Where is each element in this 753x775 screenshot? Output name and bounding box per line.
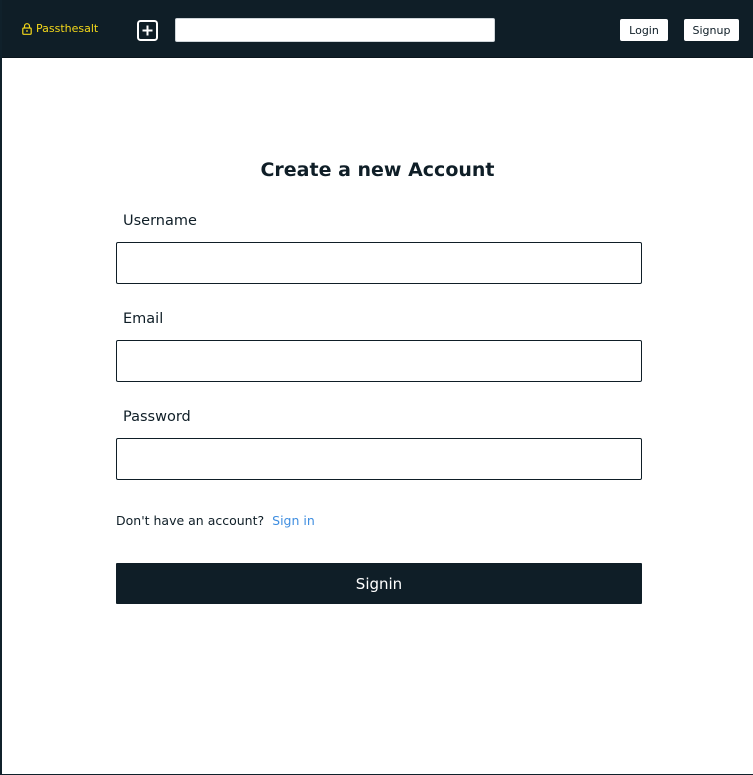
navbar: Passthesalt Login Signup: [2, 0, 753, 58]
brand-logo[interactable]: Passthesalt: [22, 22, 98, 35]
search-input[interactable]: [175, 18, 495, 42]
signin-link[interactable]: Sign in: [272, 513, 315, 528]
username-label: Username: [123, 213, 197, 229]
username-field[interactable]: [116, 242, 642, 284]
email-label: Email: [123, 311, 164, 327]
account-prompt-text: Don't have an account?: [116, 513, 265, 528]
signin-submit-button[interactable]: Signin: [116, 563, 642, 604]
password-field[interactable]: [116, 438, 642, 480]
signup-button[interactable]: Signup: [684, 19, 739, 41]
email-field[interactable]: [116, 340, 642, 382]
page: Passthesalt Login Signup Create a new Ac…: [0, 0, 753, 775]
page-title: Create a new Account: [260, 159, 495, 181]
account-prompt-line: Don't have an account? Sign in: [116, 513, 315, 528]
plus-square-icon: [137, 20, 158, 41]
login-button[interactable]: Login: [620, 19, 668, 41]
password-label: Password: [123, 409, 191, 425]
add-button[interactable]: [137, 20, 158, 41]
brand-name: Passthesalt: [36, 22, 99, 35]
lock-icon: [22, 22, 32, 35]
